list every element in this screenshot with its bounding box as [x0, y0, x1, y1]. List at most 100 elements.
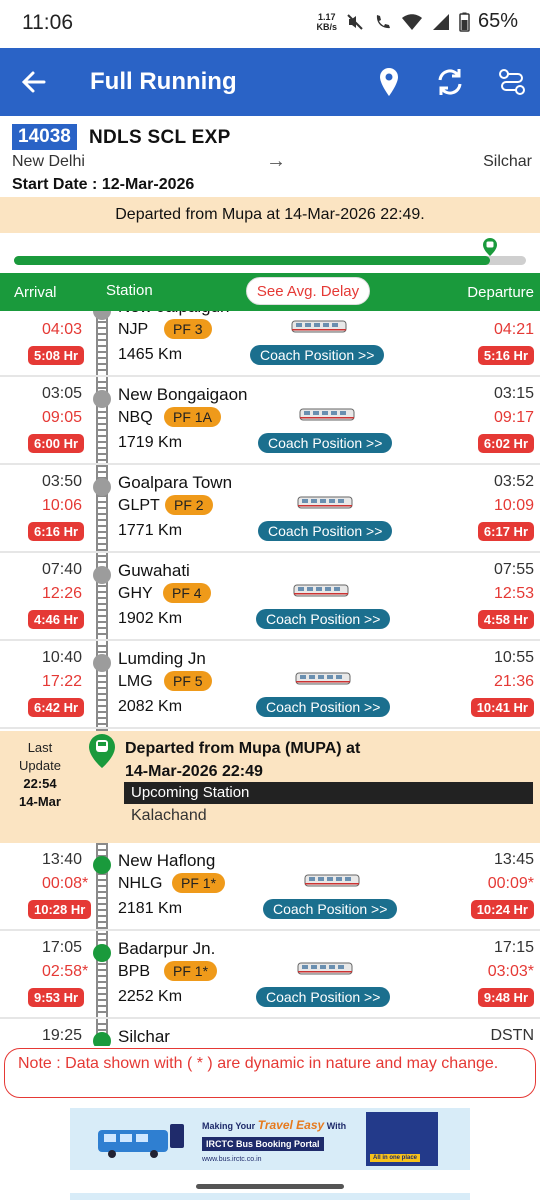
see-avg-delay-button[interactable]: See Avg. Delay — [246, 277, 370, 305]
station-row[interactable]: 10:40 17:22 6:42 Hr Lumding Jn LMG PF 5 2082 K… — [0, 641, 540, 729]
coach-position-button[interactable]: Coach Position >> — [258, 521, 393, 541]
coach-position-button[interactable]: Coach Position >> — [263, 899, 398, 919]
actual-arrival: 10:06 — [42, 497, 83, 514]
scheduled-arrival: 07:40 — [42, 561, 83, 578]
scheduled-departure: 13:45 — [493, 851, 534, 868]
station-code: GLPT — [118, 497, 160, 514]
coach-train-icon — [291, 320, 347, 333]
scheduled-departure: 10:55 — [493, 649, 534, 666]
actual-arrival: 17:22 — [42, 673, 83, 690]
start-date-label: Start Date : — [12, 176, 98, 193]
station-row[interactable]: 13:40 00:08* 10:28 Hr New Haflong NHLG PF 1* 2… — [0, 843, 540, 931]
actual-departure: 09:17 — [493, 409, 534, 426]
signal-icon — [432, 13, 449, 30]
origin-station: New Delhi — [12, 153, 85, 170]
coach-train-icon — [297, 962, 353, 975]
status-banner: Departed from Mupa at 14-Mar-2026 22:49. — [0, 197, 540, 233]
direction-arrow-icon: → — [266, 150, 286, 172]
platform-badge: PF 1* — [172, 873, 226, 893]
app-bar: Full Running — [0, 48, 540, 116]
back-arrow-icon[interactable] — [16, 64, 52, 100]
station-code: LMG — [118, 673, 153, 690]
wifi-call-icon — [376, 14, 390, 28]
coach-train-icon — [295, 672, 351, 685]
actual-arrival: 09:05 — [42, 409, 83, 426]
scheduled-departure: DSTN — [490, 1027, 534, 1044]
distance-km: 2082 Km — [118, 698, 183, 715]
actual-arrival: 02:58* — [42, 963, 89, 980]
coach-position-button[interactable]: Coach Position >> — [256, 609, 391, 629]
home-indicator[interactable] — [196, 1184, 344, 1189]
ad-banner[interactable]: Making Your Travel Easy With IRCTC Bus B… — [70, 1108, 470, 1170]
coach-position-button[interactable]: Coach Position >> — [258, 433, 393, 453]
platform-badge: PF 3 — [164, 319, 212, 339]
battery-level: 65% — [477, 10, 518, 32]
journey-progress-fill — [14, 256, 490, 265]
current-location-pin-icon — [89, 734, 115, 768]
net-speed-value: 1.17 — [317, 11, 336, 22]
scheduled-arrival: 03:05 — [42, 385, 83, 402]
station-row[interactable]: 07:40 12:26 4:46 Hr Guwahati GHY PF 4 1902 Km C… — [0, 553, 540, 641]
start-date-value: 12-Mar-2026 — [101, 176, 195, 193]
coach-train-icon — [293, 584, 349, 597]
station-dot — [93, 390, 111, 408]
station-name: New Jalpaiguri — [118, 311, 230, 317]
ad-headline: Making Your Travel Easy With — [202, 1118, 346, 1132]
departure-header: Departure — [467, 284, 534, 301]
departure-delay-badge: 10:41 Hr — [470, 698, 534, 717]
platform-badge: PF 1A — [164, 407, 221, 427]
station-name: New Bongaigaon — [118, 385, 248, 404]
station-name: Badarpur Jn. — [118, 939, 216, 958]
station-row-destination[interactable]: 19:25 Silchar DSTN — [0, 1019, 540, 1046]
station-row[interactable]: 03:50 10:06 6:16 Hr Goalpara Town GLPT PF 2 17… — [0, 465, 540, 553]
scheduled-arrival: 19:25 — [42, 1027, 83, 1044]
departure-delay-badge: 6:02 Hr — [477, 434, 534, 453]
arrival-delay-badge: 5:08 Hr — [28, 346, 85, 365]
station-row[interactable]: 17:05 02:58* 9:53 Hr Badarpur Jn. BPB PF 1* 22… — [0, 931, 540, 1019]
column-header: Arrival Station See Avg. Delay Departure — [0, 273, 540, 311]
last-update-word1: Last — [27, 740, 53, 755]
station-code: BPB — [118, 963, 151, 980]
station-list[interactable]: 22:55 04:03 5:08 Hr New Jalpaiguri NJP PF 3 14… — [0, 311, 540, 1046]
station-row[interactable]: 03:05 09:05 6:00 Hr New Bongaigaon NBQ PF 1A 1… — [0, 377, 540, 465]
distance-km: 1771 Km — [118, 522, 183, 539]
dynamic-data-note: Note : Data shown with ( * ) are dynamic… — [4, 1048, 536, 1098]
platform-badge: PF 5 — [164, 671, 212, 691]
coach-position-button[interactable]: Coach Position >> — [256, 697, 391, 717]
distance-km: 1719 Km — [118, 434, 183, 451]
station-name: New Haflong — [118, 851, 216, 870]
coach-position-button[interactable]: Coach Position >> — [250, 345, 385, 365]
route-icon[interactable] — [494, 64, 530, 100]
actual-departure: 12:53 — [493, 585, 534, 602]
station-code: GHY — [118, 585, 153, 602]
departure-delay-badge: 5:16 Hr — [477, 346, 534, 365]
arrival-delay-badge: 6:42 Hr — [28, 698, 85, 717]
ad-portal-name: IRCTC Bus Booking Portal — [202, 1137, 324, 1151]
station-name: Lumding Jn — [118, 649, 206, 668]
scheduled-departure: 17:15 — [493, 939, 534, 956]
station-code: NBQ — [118, 409, 153, 426]
station-name: Silchar — [118, 1027, 170, 1046]
train-number: 14038 — [12, 124, 77, 150]
arrival-delay-badge: 6:16 Hr — [28, 522, 85, 541]
wifi-icon — [401, 13, 422, 30]
bus-illustration-icon — [98, 1124, 184, 1158]
status-time: 11:06 — [22, 11, 73, 34]
arrival-delay-badge: 9:53 Hr — [28, 988, 85, 1007]
update-message-line2: 14-Mar-2026 22:49 — [125, 763, 263, 780]
train-name: NDLS SCL EXP — [89, 127, 231, 148]
station-row[interactable]: 22:55 04:03 5:08 Hr New Jalpaiguri NJP PF 3 14… — [0, 311, 540, 377]
scheduled-arrival: 22:55 — [42, 311, 82, 315]
ad-headline-c: With — [326, 1121, 347, 1131]
location-pin-icon[interactable] — [371, 64, 407, 100]
refresh-icon[interactable] — [432, 64, 468, 100]
departure-delay-badge: 6:17 Hr — [477, 522, 534, 541]
distance-km: 1465 Km — [118, 346, 183, 363]
station-name: Goalpara Town — [118, 473, 233, 492]
upcoming-station-label: Upcoming Station — [124, 782, 533, 804]
scheduled-arrival: 10:40 — [42, 649, 83, 666]
second-ad-banner[interactable] — [70, 1193, 470, 1200]
actual-departure: 03:03* — [487, 963, 534, 980]
actual-departure: 04:21 — [493, 321, 534, 338]
coach-position-button[interactable]: Coach Position >> — [256, 987, 391, 1007]
